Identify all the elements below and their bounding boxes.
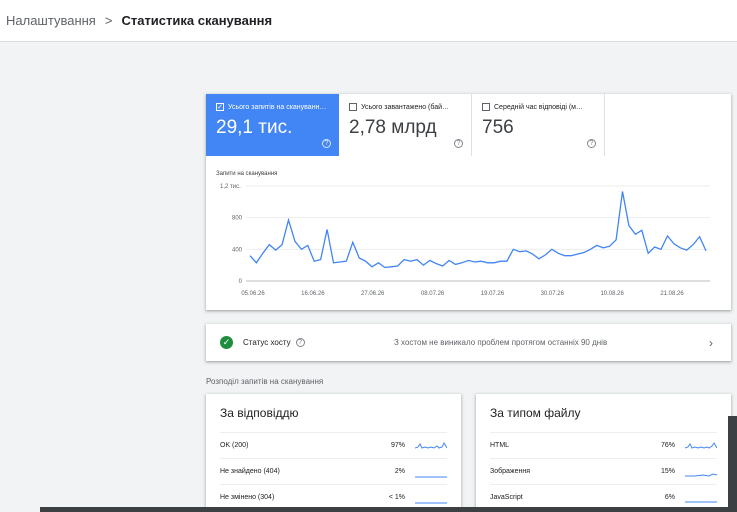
response-row[interactable]: OK (200) 97% [220,432,447,458]
metric-value: 2,78 млрд [349,117,437,138]
metric-total-requests[interactable]: ✓ Усього запитів на скануванн… 29,1 тис. … [206,94,339,156]
y-tick-label: 400 [232,247,243,253]
page-title: Статистика сканування [121,13,273,28]
breadcrumb-separator: > [104,13,113,28]
filetype-row[interactable]: Зображення 15% [490,458,717,484]
filetype-row[interactable]: HTML 76% [490,432,717,458]
metric-value: 756 [482,117,514,138]
breadcrumb: Налаштування > Статистика сканування [0,0,737,42]
window-edge [728,416,737,512]
help-icon[interactable]: ? [295,338,305,347]
help-icon[interactable]: ? [454,139,463,148]
taskbar [40,507,737,512]
host-status-label: Статус хосту [243,338,291,347]
host-status-row[interactable]: ✓ Статус хосту ? З хостом не виникало пр… [206,324,731,361]
y-tick-label: 800 [232,216,243,222]
chevron-right-icon[interactable]: › [709,336,713,350]
x-tick-label: 08.07.26 [421,291,445,297]
x-tick-label: 05.06.26 [241,291,265,297]
checkbox-icon[interactable] [482,103,490,111]
metric-label: Усього завантажено (бай… [361,103,450,111]
y-tick-label: 1,2 тис. [220,184,241,190]
x-tick-label: 21.08.26 [660,291,684,297]
metric-value: 29,1 тис. [216,117,293,138]
x-tick-label: 16.06.26 [301,291,325,297]
sparkline [685,441,717,449]
by-response-card: За відповіддю OK (200) 97% Не знайдено (… [206,394,461,512]
help-icon[interactable]: ? [322,139,331,148]
metric-label: Усього запитів на скануванн… [228,103,327,111]
x-tick-label: 19.07.26 [481,291,505,297]
response-row[interactable]: Не знайдено (404) 2% [220,458,447,484]
by-response-title: За відповіддю [220,406,299,420]
series-line [249,191,707,269]
metric-tabs: ✓ Усього запитів на скануванн… 29,1 тис. … [206,94,605,156]
checkbox-checked-icon[interactable]: ✓ [216,103,224,111]
by-filetype-title: За типом файлу [490,406,581,420]
x-tick-label: 27.06.26 [361,291,385,297]
x-tick-label: 30.07.26 [541,291,565,297]
breadcrumb-settings-link[interactable]: Налаштування [6,13,96,28]
metric-total-download[interactable]: Усього завантажено (бай… 2,78 млрд ? [339,94,472,156]
y-tick-label: 0 [239,279,243,285]
crawl-requests-line-chart: 1,2 тис. 800 400 0 05.06.26 16.06.26 27.06.26 0… [220,184,710,297]
sparkline [415,441,447,449]
sparkline [415,476,447,477]
metric-avg-response-time[interactable]: Середній час відповіді (м… 756 ? [472,94,605,156]
x-tick-label: 10.08.26 [600,291,624,297]
host-status-text: З хостом не виникало проблем протягом ос… [394,338,608,347]
sparkline [685,501,717,502]
by-filetype-card: За типом файлу HTML 76% Зображення 15% J… [476,394,731,512]
breakdown-title: Розподіл запитів на сканування [206,377,324,386]
sparkline [685,472,717,477]
sparkline [415,502,447,503]
checkbox-icon[interactable] [349,103,357,111]
check-circle-icon: ✓ [220,336,233,349]
metric-label: Середній час відповіді (м… [494,103,583,111]
help-icon[interactable]: ? [587,139,596,148]
